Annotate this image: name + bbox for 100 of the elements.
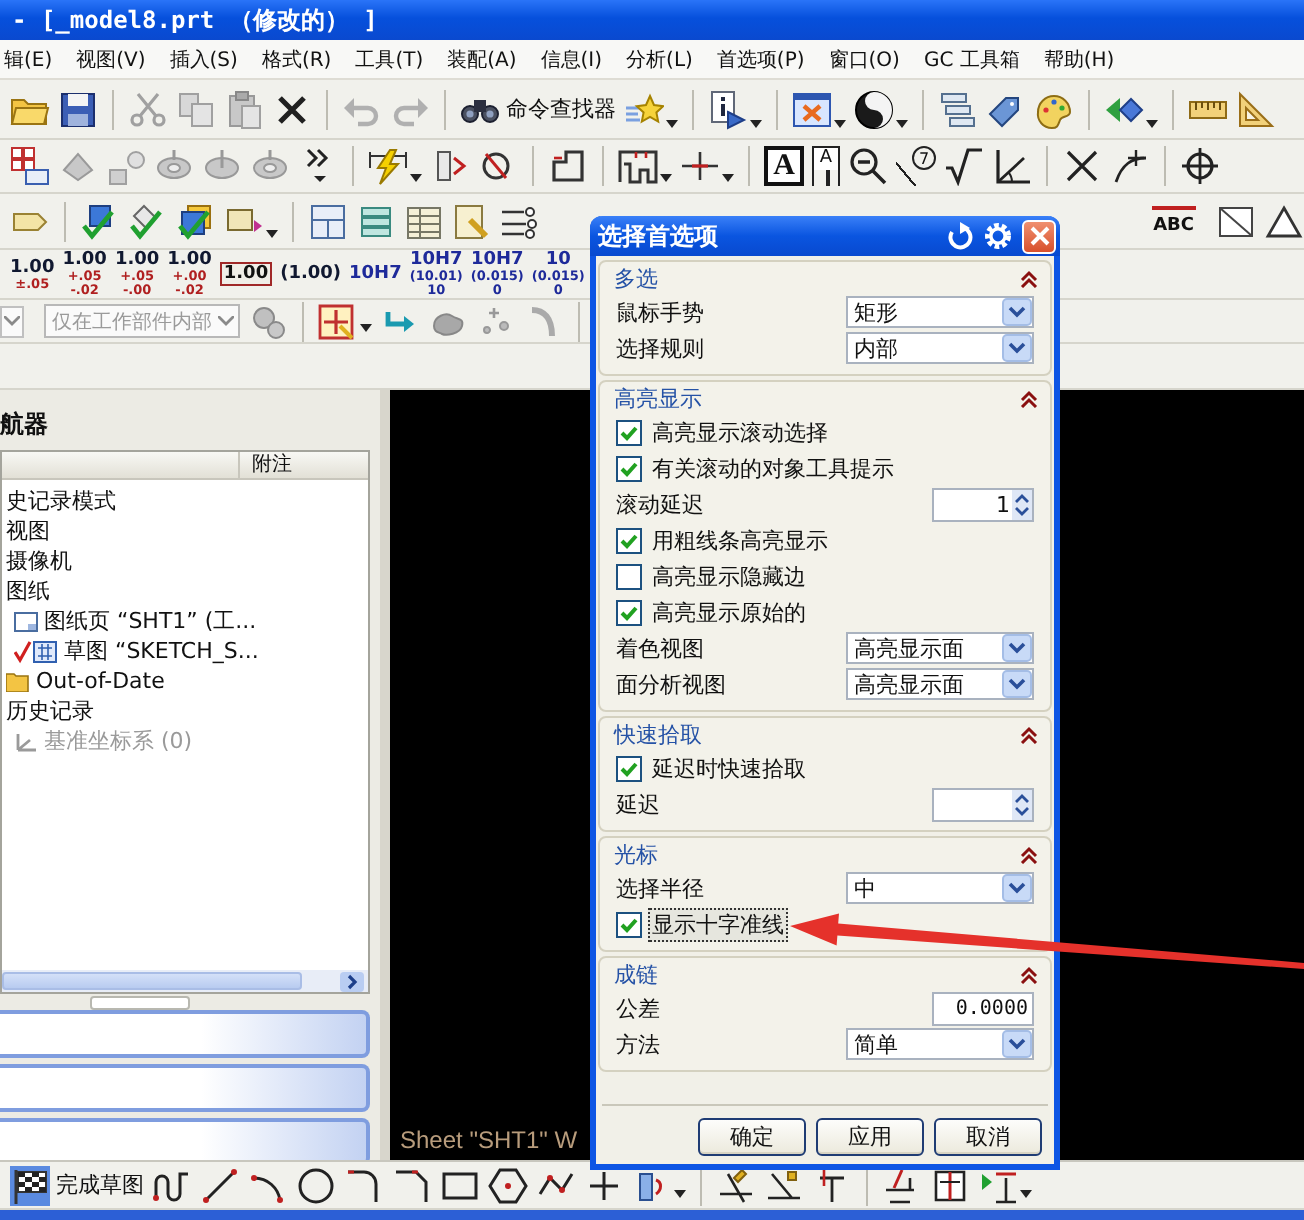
checkbox-label[interactable]: 高亮显示原始的 [648,595,810,629]
dialog-button[interactable]: 确定 [698,1118,806,1156]
menu-item[interactable]: 首选项(P) [716,45,805,73]
cube-check-icon[interactable] [176,201,216,241]
part-check-icon[interactable] [80,201,120,241]
menu-item[interactable]: 插入(S) [169,45,238,73]
gear-parts-icon[interactable] [248,301,288,341]
tolerance-style-button[interactable]: (1.00) [280,250,342,298]
checkbox[interactable] [616,455,642,481]
double-chevron-icon[interactable] [1020,845,1038,863]
menu-item[interactable]: 辑(E) [4,45,53,73]
chamfer-icon[interactable] [392,1165,432,1205]
spin-arrows-icon[interactable] [1012,489,1032,519]
table-icon[interactable] [404,201,444,241]
checkbox[interactable] [616,755,642,781]
checkbox[interactable] [616,563,642,589]
checkbox-label[interactable]: 用粗线条高亮显示 [648,523,832,557]
dropdown[interactable]: 简单 [846,1028,1034,1060]
tree-item[interactable]: 史记录模式 [6,486,116,516]
double-chevron-icon[interactable] [1020,725,1038,743]
line-icon[interactable] [200,1165,240,1205]
checkbox[interactable] [616,911,642,937]
dropdown[interactable]: 高亮显示面 [846,632,1034,664]
caret-icon[interactable] [896,120,908,128]
dialog-button[interactable]: 取消 [934,1118,1042,1156]
angle-icon[interactable] [992,146,1032,186]
dropdown[interactable]: 内部 [846,332,1034,364]
caret-icon[interactable] [674,1190,686,1198]
balloon-button[interactable]: 7 [896,146,936,186]
fillet-icon[interactable] [344,1165,384,1205]
caret-icon[interactable] [360,324,372,332]
double-chevron-icon[interactable] [1020,965,1038,983]
finish-sketch-button[interactable]: 完成草图 [10,1165,144,1205]
menu-item[interactable]: 装配(A) [447,45,517,73]
checkbox[interactable] [616,419,642,445]
triangle-icon[interactable] [1264,201,1304,241]
caret-icon[interactable] [410,174,422,182]
tree-item[interactable]: Out-of-Date [36,668,165,694]
lightning-icon[interactable] [368,146,408,186]
spin-arrows-icon[interactable] [1012,789,1032,819]
nodes-icon[interactable] [500,201,540,241]
caret-icon[interactable] [722,174,734,182]
caret-icon[interactable] [834,120,846,128]
checkbox-label[interactable]: 高亮显示滚动选择 [648,415,832,449]
window-icon[interactable] [792,89,832,129]
frame-icon[interactable] [618,146,658,186]
number-field[interactable]: 0.0000 [932,991,1034,1025]
scrollbar-thumb[interactable] [2,972,302,990]
splitter-handle[interactable] [90,995,190,1009]
clipboard-icon[interactable] [224,89,264,129]
command-finder-button[interactable]: 命令查找器 [460,89,616,129]
tree-item[interactable]: 草图 “SKETCH_S... [64,636,259,666]
checkbox-label[interactable]: 延迟时快速拾取 [648,751,810,785]
caret-icon[interactable] [666,120,678,128]
checkbox-label[interactable]: 有关滚动的对象工具提示 [648,451,898,485]
caret-icon[interactable] [1020,1190,1032,1198]
dropdown[interactable]: 中 [846,872,1034,904]
reset-icon[interactable] [946,222,974,250]
caret-icon[interactable] [1146,120,1158,128]
tree-item[interactable]: 摄像机 [6,546,72,576]
double-chevron-icon[interactable] [1020,389,1038,407]
double-chevron-icon[interactable] [1020,269,1038,287]
column-header[interactable]: 附注 [240,452,292,478]
palette-icon[interactable] [1034,89,1074,129]
horizontal-scrollbar[interactable] [2,970,368,992]
menu-item[interactable]: GC 工具箱 [923,45,1020,73]
caret-icon[interactable] [266,230,278,238]
curve-cross-icon[interactable] [1110,146,1150,186]
menu-item[interactable]: 工具(T) [355,45,424,73]
spinner-field[interactable]: 1 [932,487,1034,521]
snap-box-icon[interactable] [318,301,358,341]
dropdown[interactable]: 矩形 [846,296,1034,328]
x-icon[interactable] [1062,146,1102,186]
tree-item[interactable]: 历史记录 [6,696,94,726]
menu-item[interactable]: 窗口(O) [828,45,900,73]
id-symbol-button[interactable]: A [812,146,840,186]
root-symbol-icon[interactable] [944,146,984,186]
checkbox-label[interactable]: 高亮显示隐藏边 [648,559,810,593]
info-icon[interactable] [708,89,748,129]
caret-icon[interactable] [750,120,762,128]
spinner-field[interactable] [932,787,1034,821]
tolerance-style-button[interactable]: 10H7 [349,250,402,298]
checkbox[interactable] [616,599,642,625]
step-profile-icon[interactable] [548,146,588,186]
checkbox-label[interactable]: 显示十字准线 [648,907,788,941]
crosshair-icon[interactable] [1180,146,1220,186]
hexagon-icon[interactable] [488,1165,528,1205]
stack-icon[interactable] [356,201,396,241]
scroll-right-icon[interactable] [340,971,364,991]
note-button[interactable]: A [764,146,804,186]
tree-item[interactable]: 视图 [6,516,50,546]
star-icon[interactable] [624,89,664,129]
menu-item[interactable]: 格式(R) [261,45,332,73]
cross-dimension-icon[interactable] [680,146,720,186]
save-icon[interactable] [58,89,98,129]
menu-item[interactable]: 信息(I) [540,45,603,73]
zoom-out-icon[interactable] [848,146,888,186]
settings-icon[interactable] [984,222,1012,250]
panel-bar[interactable] [0,1010,370,1058]
text-edit-button[interactable]: ABC [1151,206,1196,236]
